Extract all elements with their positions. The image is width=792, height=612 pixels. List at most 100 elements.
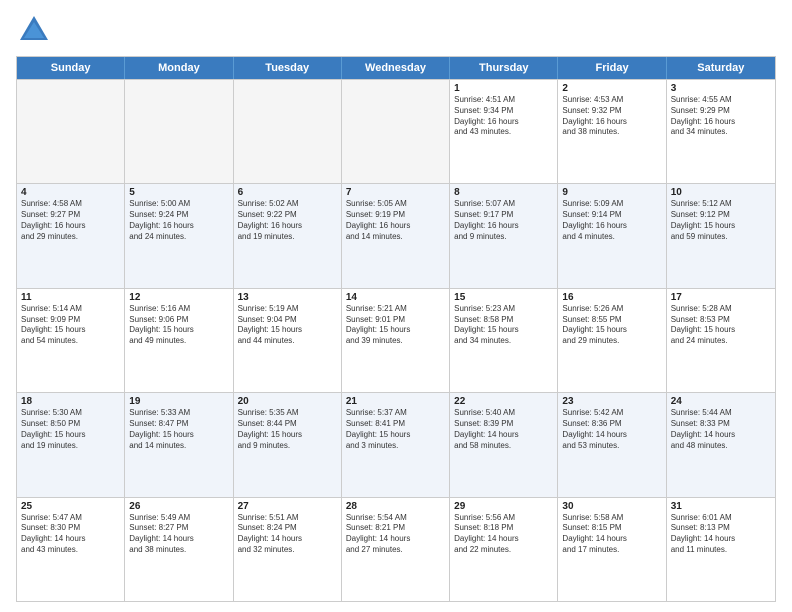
day-number: 15 xyxy=(454,292,553,303)
day-number: 23 xyxy=(562,396,661,407)
day-info: Sunrise: 5:30 AMSunset: 8:50 PMDaylight:… xyxy=(21,408,120,451)
day-number: 16 xyxy=(562,292,661,303)
day-number: 1 xyxy=(454,83,553,94)
day-number: 28 xyxy=(346,501,445,512)
day-number: 19 xyxy=(129,396,228,407)
day-number: 17 xyxy=(671,292,771,303)
day-number: 18 xyxy=(21,396,120,407)
day-cell-14: 14Sunrise: 5:21 AMSunset: 9:01 PMDayligh… xyxy=(342,289,450,392)
day-info: Sunrise: 5:33 AMSunset: 8:47 PMDaylight:… xyxy=(129,408,228,451)
day-cell-8: 8Sunrise: 5:07 AMSunset: 9:17 PMDaylight… xyxy=(450,184,558,287)
day-cell-21: 21Sunrise: 5:37 AMSunset: 8:41 PMDayligh… xyxy=(342,393,450,496)
calendar-body: 1Sunrise: 4:51 AMSunset: 9:34 PMDaylight… xyxy=(17,79,775,601)
day-number: 6 xyxy=(238,187,337,198)
day-info: Sunrise: 5:12 AMSunset: 9:12 PMDaylight:… xyxy=(671,199,771,242)
day-number: 22 xyxy=(454,396,553,407)
day-cell-29: 29Sunrise: 5:56 AMSunset: 8:18 PMDayligh… xyxy=(450,498,558,601)
day-info: Sunrise: 5:47 AMSunset: 8:30 PMDaylight:… xyxy=(21,513,120,556)
day-number: 10 xyxy=(671,187,771,198)
day-number: 4 xyxy=(21,187,120,198)
day-info: Sunrise: 5:23 AMSunset: 8:58 PMDaylight:… xyxy=(454,304,553,347)
day-number: 21 xyxy=(346,396,445,407)
day-cell-24: 24Sunrise: 5:44 AMSunset: 8:33 PMDayligh… xyxy=(667,393,775,496)
day-number: 24 xyxy=(671,396,771,407)
day-info: Sunrise: 5:58 AMSunset: 8:15 PMDaylight:… xyxy=(562,513,661,556)
day-number: 20 xyxy=(238,396,337,407)
empty-cell xyxy=(342,80,450,183)
day-info: Sunrise: 5:44 AMSunset: 8:33 PMDaylight:… xyxy=(671,408,771,451)
day-cell-25: 25Sunrise: 5:47 AMSunset: 8:30 PMDayligh… xyxy=(17,498,125,601)
day-cell-3: 3Sunrise: 4:55 AMSunset: 9:29 PMDaylight… xyxy=(667,80,775,183)
day-info: Sunrise: 5:42 AMSunset: 8:36 PMDaylight:… xyxy=(562,408,661,451)
day-info: Sunrise: 5:21 AMSunset: 9:01 PMDaylight:… xyxy=(346,304,445,347)
day-cell-16: 16Sunrise: 5:26 AMSunset: 8:55 PMDayligh… xyxy=(558,289,666,392)
day-info: Sunrise: 5:49 AMSunset: 8:27 PMDaylight:… xyxy=(129,513,228,556)
day-info: Sunrise: 4:55 AMSunset: 9:29 PMDaylight:… xyxy=(671,95,771,138)
day-cell-1: 1Sunrise: 4:51 AMSunset: 9:34 PMDaylight… xyxy=(450,80,558,183)
day-info: Sunrise: 5:56 AMSunset: 8:18 PMDaylight:… xyxy=(454,513,553,556)
day-info: Sunrise: 4:53 AMSunset: 9:32 PMDaylight:… xyxy=(562,95,661,138)
empty-cell xyxy=(125,80,233,183)
weekday-header-friday: Friday xyxy=(558,57,666,79)
day-number: 8 xyxy=(454,187,553,198)
day-cell-17: 17Sunrise: 5:28 AMSunset: 8:53 PMDayligh… xyxy=(667,289,775,392)
day-cell-5: 5Sunrise: 5:00 AMSunset: 9:24 PMDaylight… xyxy=(125,184,233,287)
day-number: 2 xyxy=(562,83,661,94)
day-number: 14 xyxy=(346,292,445,303)
weekday-header-saturday: Saturday xyxy=(667,57,775,79)
calendar-row-4: 25Sunrise: 5:47 AMSunset: 8:30 PMDayligh… xyxy=(17,497,775,601)
day-info: Sunrise: 5:51 AMSunset: 8:24 PMDaylight:… xyxy=(238,513,337,556)
day-info: Sunrise: 5:09 AMSunset: 9:14 PMDaylight:… xyxy=(562,199,661,242)
day-cell-10: 10Sunrise: 5:12 AMSunset: 9:12 PMDayligh… xyxy=(667,184,775,287)
day-info: Sunrise: 5:26 AMSunset: 8:55 PMDaylight:… xyxy=(562,304,661,347)
day-cell-9: 9Sunrise: 5:09 AMSunset: 9:14 PMDaylight… xyxy=(558,184,666,287)
logo-icon xyxy=(16,12,52,48)
day-info: Sunrise: 5:16 AMSunset: 9:06 PMDaylight:… xyxy=(129,304,228,347)
day-number: 5 xyxy=(129,187,228,198)
day-cell-12: 12Sunrise: 5:16 AMSunset: 9:06 PMDayligh… xyxy=(125,289,233,392)
day-info: Sunrise: 4:58 AMSunset: 9:27 PMDaylight:… xyxy=(21,199,120,242)
day-cell-11: 11Sunrise: 5:14 AMSunset: 9:09 PMDayligh… xyxy=(17,289,125,392)
day-info: Sunrise: 5:07 AMSunset: 9:17 PMDaylight:… xyxy=(454,199,553,242)
day-cell-20: 20Sunrise: 5:35 AMSunset: 8:44 PMDayligh… xyxy=(234,393,342,496)
page: SundayMondayTuesdayWednesdayThursdayFrid… xyxy=(0,0,792,612)
day-info: Sunrise: 5:37 AMSunset: 8:41 PMDaylight:… xyxy=(346,408,445,451)
day-number: 7 xyxy=(346,187,445,198)
day-info: Sunrise: 4:51 AMSunset: 9:34 PMDaylight:… xyxy=(454,95,553,138)
day-number: 29 xyxy=(454,501,553,512)
day-cell-31: 31Sunrise: 6:01 AMSunset: 8:13 PMDayligh… xyxy=(667,498,775,601)
calendar-row-2: 11Sunrise: 5:14 AMSunset: 9:09 PMDayligh… xyxy=(17,288,775,392)
logo xyxy=(16,12,58,48)
day-number: 11 xyxy=(21,292,120,303)
day-cell-26: 26Sunrise: 5:49 AMSunset: 8:27 PMDayligh… xyxy=(125,498,233,601)
day-cell-27: 27Sunrise: 5:51 AMSunset: 8:24 PMDayligh… xyxy=(234,498,342,601)
day-cell-4: 4Sunrise: 4:58 AMSunset: 9:27 PMDaylight… xyxy=(17,184,125,287)
empty-cell xyxy=(17,80,125,183)
day-info: Sunrise: 5:00 AMSunset: 9:24 PMDaylight:… xyxy=(129,199,228,242)
day-cell-22: 22Sunrise: 5:40 AMSunset: 8:39 PMDayligh… xyxy=(450,393,558,496)
day-info: Sunrise: 5:40 AMSunset: 8:39 PMDaylight:… xyxy=(454,408,553,451)
weekday-header-tuesday: Tuesday xyxy=(234,57,342,79)
day-cell-30: 30Sunrise: 5:58 AMSunset: 8:15 PMDayligh… xyxy=(558,498,666,601)
day-cell-6: 6Sunrise: 5:02 AMSunset: 9:22 PMDaylight… xyxy=(234,184,342,287)
empty-cell xyxy=(234,80,342,183)
day-number: 26 xyxy=(129,501,228,512)
day-cell-2: 2Sunrise: 4:53 AMSunset: 9:32 PMDaylight… xyxy=(558,80,666,183)
day-info: Sunrise: 5:02 AMSunset: 9:22 PMDaylight:… xyxy=(238,199,337,242)
calendar-row-1: 4Sunrise: 4:58 AMSunset: 9:27 PMDaylight… xyxy=(17,183,775,287)
day-info: Sunrise: 5:54 AMSunset: 8:21 PMDaylight:… xyxy=(346,513,445,556)
day-cell-28: 28Sunrise: 5:54 AMSunset: 8:21 PMDayligh… xyxy=(342,498,450,601)
calendar-row-0: 1Sunrise: 4:51 AMSunset: 9:34 PMDaylight… xyxy=(17,79,775,183)
weekday-header-sunday: Sunday xyxy=(17,57,125,79)
calendar-row-3: 18Sunrise: 5:30 AMSunset: 8:50 PMDayligh… xyxy=(17,392,775,496)
day-number: 3 xyxy=(671,83,771,94)
day-number: 12 xyxy=(129,292,228,303)
day-cell-18: 18Sunrise: 5:30 AMSunset: 8:50 PMDayligh… xyxy=(17,393,125,496)
day-cell-19: 19Sunrise: 5:33 AMSunset: 8:47 PMDayligh… xyxy=(125,393,233,496)
day-info: Sunrise: 5:19 AMSunset: 9:04 PMDaylight:… xyxy=(238,304,337,347)
weekday-header-wednesday: Wednesday xyxy=(342,57,450,79)
day-info: Sunrise: 5:14 AMSunset: 9:09 PMDaylight:… xyxy=(21,304,120,347)
day-cell-7: 7Sunrise: 5:05 AMSunset: 9:19 PMDaylight… xyxy=(342,184,450,287)
day-info: Sunrise: 5:35 AMSunset: 8:44 PMDaylight:… xyxy=(238,408,337,451)
day-cell-13: 13Sunrise: 5:19 AMSunset: 9:04 PMDayligh… xyxy=(234,289,342,392)
